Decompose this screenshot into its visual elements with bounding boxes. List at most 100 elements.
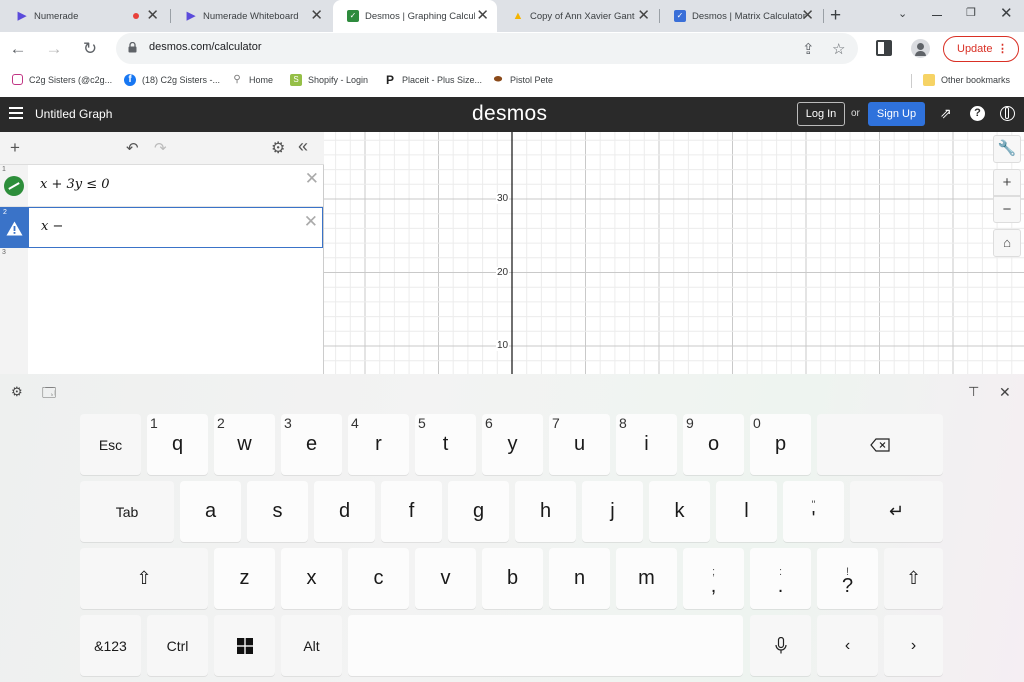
signup-button[interactable]: Sign Up [868, 102, 925, 126]
key-c[interactable]: c [348, 548, 409, 609]
key-b[interactable]: b [482, 548, 543, 609]
key-z[interactable]: z [214, 548, 275, 609]
gear-icon[interactable]: ⚙ [271, 138, 285, 158]
expression-math[interactable]: x + 3y ≤ 0 [40, 177, 110, 192]
key-s[interactable]: s [247, 481, 308, 542]
close-tab-icon[interactable]: ✕ [146, 8, 159, 23]
undo-icon[interactable]: ↶ [126, 139, 139, 157]
keyboard-layout-icon[interactable]: ⊤ [968, 384, 979, 400]
close-tab-icon[interactable]: ✕ [476, 8, 489, 23]
tab-desmos-matrix[interactable]: ✓ Desmos | Matrix Calculator ✕ [660, 0, 822, 32]
close-tab-icon[interactable]: ✕ [801, 8, 814, 23]
share-graph-icon[interactable]: ⇗ [940, 105, 952, 122]
key-r[interactable]: 4r [348, 414, 409, 475]
home-icon[interactable]: ⌂ [993, 229, 1021, 257]
close-keyboard-icon[interactable]: ✕ [999, 384, 1011, 401]
bookmark-item[interactable]: C2g Sisters (@c2g... [12, 74, 112, 85]
key-alt[interactable]: Alt [281, 615, 342, 676]
reload-icon[interactable]: ↻ [78, 38, 102, 60]
other-bookmarks[interactable]: Other bookmarks [923, 74, 1010, 86]
update-button[interactable]: Update ⋮ [943, 36, 1019, 62]
close-tab-icon[interactable]: ✕ [637, 8, 650, 23]
key-space[interactable] [348, 615, 743, 676]
key-a[interactable]: a [180, 481, 241, 542]
key-l[interactable]: l [716, 481, 777, 542]
key-x[interactable]: x [281, 548, 342, 609]
bookmark-star-icon[interactable]: ☆ [832, 40, 845, 58]
key-w[interactable]: 2w [214, 414, 275, 475]
key-j[interactable]: j [582, 481, 643, 542]
key-shift-left[interactable]: ⇧ [80, 548, 208, 609]
help-icon[interactable]: ? [970, 106, 985, 121]
key-i[interactable]: 8i [616, 414, 677, 475]
forward-arrow-icon[interactable]: → [42, 38, 66, 60]
key-esc[interactable]: Esc [80, 414, 141, 475]
key-tab[interactable]: Tab [80, 481, 174, 542]
new-tab-button[interactable]: + [830, 5, 841, 27]
key-q[interactable]: 1q [147, 414, 208, 475]
key-v[interactable]: v [415, 548, 476, 609]
close-window-icon[interactable]: ✕ [1000, 4, 1013, 22]
profile-avatar[interactable] [911, 39, 930, 58]
tab-numerade-whiteboard[interactable]: ▶ Numerade Whiteboard ✕ [171, 0, 331, 32]
add-item-icon[interactable]: + [10, 138, 20, 158]
shading-color-icon[interactable] [4, 176, 24, 196]
bookmark-item[interactable]: ⚲ Home [231, 74, 273, 86]
bookmark-item[interactable]: S Shopify - Login [290, 74, 368, 86]
expression-math[interactable]: x − [41, 219, 63, 234]
key-p[interactable]: 0p [750, 414, 811, 475]
key-backspace[interactable] [817, 414, 943, 475]
key-u[interactable]: 7u [549, 414, 610, 475]
key-g[interactable]: g [448, 481, 509, 542]
key-f[interactable]: f [381, 481, 442, 542]
delete-expression-icon[interactable]: ✕ [305, 169, 319, 189]
key-left-arrow[interactable]: ‹ [817, 615, 878, 676]
key-windows[interactable] [214, 615, 275, 676]
key-question[interactable]: !? [817, 548, 878, 609]
expression-row-empty[interactable]: 3 [0, 248, 323, 374]
delete-expression-icon[interactable]: ✕ [304, 212, 318, 232]
key-t[interactable]: 5t [415, 414, 476, 475]
back-arrow-icon[interactable]: ← [6, 38, 30, 60]
share-icon[interactable]: ⇪ [802, 40, 815, 58]
key-o[interactable]: 9o [683, 414, 744, 475]
zoom-in-button[interactable]: + [993, 169, 1021, 196]
bookmark-item[interactable]: f (18) C2g Sisters -... [124, 74, 220, 86]
tab-desmos-graphing[interactable]: ✓ Desmos | Graphing Calcul ✕ [333, 0, 497, 32]
key-period[interactable]: :. [750, 548, 811, 609]
tab-numerade[interactable]: ▶ Numerade ✕ [2, 0, 167, 32]
address-bar[interactable]: desmos.com/calculator ⇪ ☆ [116, 33, 858, 64]
key-n[interactable]: n [549, 548, 610, 609]
key-symbols[interactable]: &123 [80, 615, 141, 676]
key-shift-right[interactable]: ⇧ [884, 548, 943, 609]
collapse-panel-icon[interactable]: « [298, 136, 308, 157]
minimize-icon[interactable] [932, 15, 942, 16]
key-m[interactable]: m [616, 548, 677, 609]
login-button[interactable]: Log In [797, 102, 845, 126]
language-globe-icon[interactable] [1000, 106, 1015, 121]
warning-icon[interactable] [6, 221, 23, 236]
key-comma[interactable]: ;, [683, 548, 744, 609]
graph-settings-wrench-icon[interactable]: 🔧 [993, 135, 1021, 163]
graph-title[interactable]: Untitled Graph [35, 107, 112, 121]
expression-row[interactable]: 1 x + 3y ≤ 0 ✕ [0, 165, 323, 207]
graph-canvas[interactable]: 30 20 10 🔧 + − ⌂ [324, 132, 1024, 374]
tab-search-icon[interactable]: ⌄ [898, 7, 907, 20]
bookmark-item[interactable]: ⬬ Pistol Pete [492, 74, 553, 86]
key-h[interactable]: h [515, 481, 576, 542]
keyboard-settings-icon[interactable]: ⚙ [11, 384, 23, 400]
restore-icon[interactable]: ❐ [966, 6, 976, 19]
key-ctrl[interactable]: Ctrl [147, 615, 208, 676]
bookmark-item[interactable]: P Placeit - Plus Size... [384, 74, 482, 86]
side-panel-icon[interactable] [876, 40, 892, 56]
key-microphone[interactable] [750, 615, 811, 676]
key-enter[interactable]: ↵ [850, 481, 943, 542]
emoji-panel-icon[interactable]: 🗔 [42, 384, 56, 406]
tab-google-doc[interactable]: ▲ Copy of Ann Xavier Gante ✕ [498, 0, 658, 32]
redo-icon[interactable]: ↷ [154, 139, 167, 157]
key-k[interactable]: k [649, 481, 710, 542]
key-right-arrow[interactable]: › [884, 615, 943, 676]
zoom-out-button[interactable]: − [993, 196, 1021, 223]
close-tab-icon[interactable]: ✕ [310, 8, 323, 23]
key-y[interactable]: 6y [482, 414, 543, 475]
